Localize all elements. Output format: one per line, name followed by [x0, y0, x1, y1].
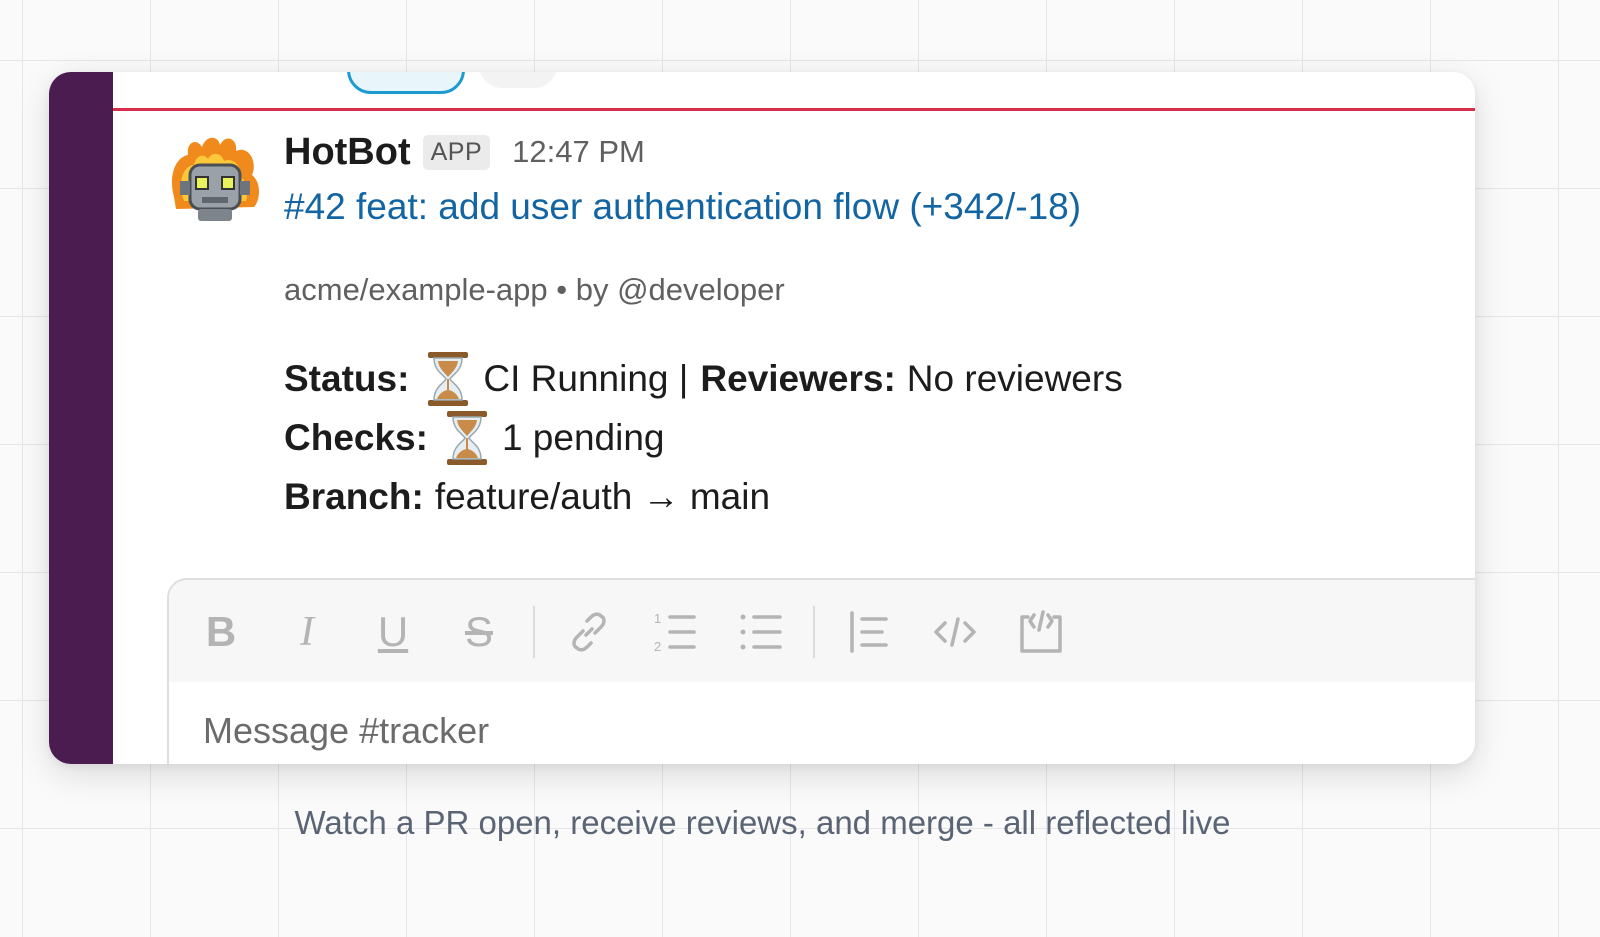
bot-avatar[interactable]	[166, 135, 264, 225]
hourglass-icon	[446, 411, 487, 465]
reaction-pill[interactable]	[347, 72, 465, 94]
status-line: Status: CI Running | Reviewers: No revie…	[284, 352, 1123, 406]
reviewers-label: Reviewers:	[700, 358, 896, 399]
svg-text:1: 1	[654, 611, 661, 626]
bold-icon[interactable]: B	[195, 606, 247, 658]
status-value: CI Running |	[483, 358, 689, 399]
underline-icon[interactable]: U	[367, 606, 419, 658]
formatting-toolbar: B I U S 1 2	[169, 580, 1475, 682]
sender-name[interactable]: HotBot	[284, 131, 411, 174]
checks-label: Checks:	[284, 417, 428, 458]
pr-title-link[interactable]: #42 feat: add user authentication flow (…	[284, 186, 1081, 228]
add-reaction-button[interactable]: ☺	[479, 72, 557, 88]
link-icon[interactable]	[563, 606, 615, 658]
code-icon[interactable]	[929, 606, 981, 658]
hourglass-icon	[428, 352, 469, 406]
italic-icon[interactable]: I	[281, 606, 333, 658]
pr-meta: acme/example-app • by @developer	[284, 272, 785, 307]
app-badge: APP	[422, 134, 491, 170]
new-messages-divider	[113, 108, 1475, 111]
branch-label: Branch:	[284, 476, 424, 517]
svg-text:2: 2	[654, 639, 661, 654]
message-header: HotBot APP 12:47 PM	[284, 130, 645, 174]
strikethrough-icon[interactable]: S	[453, 606, 505, 658]
emoji-icon: ☺	[501, 72, 532, 76]
bullet-list-icon[interactable]	[735, 606, 787, 658]
previous-message-reactions: ☺	[113, 72, 1475, 110]
code-block-icon[interactable]	[1015, 606, 1067, 658]
message-timestamp[interactable]: 12:47 PM	[512, 134, 645, 170]
slack-window: ☺ HotBot APP 12:47 PM #42 feat: add user…	[49, 72, 1475, 764]
branch-line: Branch: feature/auth → main	[284, 472, 770, 522]
branch-value: feature/auth → main	[434, 476, 771, 517]
status-label: Status:	[284, 358, 410, 399]
caption-text: Watch a PR open, receive reviews, and me…	[294, 804, 1231, 841]
message-composer: B I U S 1 2 Message #tracker	[167, 578, 1475, 764]
toolbar-separator	[813, 606, 815, 658]
checks-value: 1 pending	[501, 417, 665, 458]
workspace-sidebar	[49, 72, 113, 764]
ordered-list-icon[interactable]: 1 2	[649, 606, 701, 658]
message-input[interactable]: Message #tracker	[203, 710, 489, 752]
reviewers-value: No reviewers	[906, 358, 1123, 399]
blockquote-icon[interactable]	[843, 606, 895, 658]
toolbar-separator	[533, 606, 535, 658]
checks-line: Checks: 1 pending	[284, 411, 665, 465]
